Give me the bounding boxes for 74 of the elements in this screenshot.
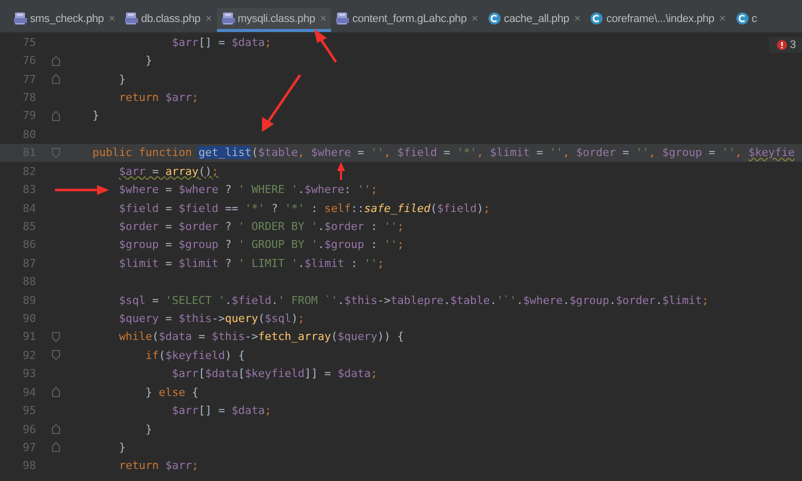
line-number: 78 [22,90,36,104]
fold-marker-icon[interactable] [52,387,60,398]
code-line: } [92,109,100,122]
file-tab[interactable]: content_form.gLahc.php × [331,8,483,32]
class-file-icon [736,12,749,25]
code-line: return $arr; [118,90,198,104]
file-tab[interactable]: sms_check.php × [9,8,120,32]
line-number: 86 [22,238,36,252]
code-line: $query = $this->query($sql); [118,312,304,326]
code-line: } [118,440,126,454]
line-number: 75 [22,36,36,49]
code-line: } [145,54,152,68]
error-count-badge[interactable]: 3 [768,37,802,53]
line-number: 90 [22,312,36,326]
line-number: 98 [22,459,36,472]
error-icon [776,40,787,50]
line-number: 95 [22,404,36,418]
code-line: $arr[] = $data; [172,404,272,418]
code-line: } else { [145,386,198,399]
line-number: 94 [22,386,36,399]
fold-marker-icon[interactable] [52,424,60,434]
fold-marker-icon[interactable] [52,332,60,342]
code-line: $arr[$data[$keyfield]] = $data; [172,367,378,380]
class-file-icon [590,12,604,25]
php-file-icon [125,12,138,25]
fold-marker-icon[interactable] [52,442,60,452]
line-number: 92 [22,348,36,362]
php-file-icon [14,12,27,25]
line-number: 84 [22,202,36,214]
fold-marker-icon[interactable] [52,350,60,360]
code-line: $limit = $limit ? ' LIMIT '.$limit : ''; [118,256,384,270]
code-line: $where = $where ? ' WHERE '.$where: ''; [118,183,378,196]
file-tab[interactable]: c [730,8,762,32]
class-file-icon [488,12,501,25]
code-line: public function get_list($table, $where = '', $field = '*', $limit = '', $order = '', $group = '', $keyfie [92,146,795,160]
code-line: $arr[] = $data; [172,36,272,49]
code-line: } [118,72,126,86]
file-tab[interactable]: coreframe\...\index.php × [585,8,731,32]
fold-marker-icon[interactable] [52,148,60,158]
line-number: 87 [22,256,36,270]
line-number: 89 [22,294,36,307]
annotation-arrow [262,74,302,132]
line-number: 91 [22,330,36,344]
code-line: $sql = 'SELECT '.$field.' FROM `'.$this->tablepre.$table.'`'.$where.$group.$order.$limit; [118,294,709,307]
line-number: 76 [22,54,36,68]
line-number: 83 [22,183,36,196]
fold-marker-icon[interactable] [52,56,60,66]
code-line: while($data = $this->fetch_array($query)) { [118,330,404,344]
code-line: $order = $order ? ' ORDER BY '.$order : ''; [118,220,404,233]
line-number: 80 [22,128,36,141]
line-number: 93 [22,367,36,380]
line-number: 96 [22,422,36,436]
line-number: 77 [22,72,36,86]
annotation-arrow [337,162,345,180]
fold-marker-icon[interactable] [52,110,60,121]
file-tab[interactable]: db.class.php × [120,8,217,32]
code-line: $field = $field == '*' ? '*' : self::safe_filed($field); [118,202,490,214]
code-line: return $arr; [118,459,198,472]
line-number: 97 [22,440,36,454]
annotation-arrow [55,185,109,195]
code-line: } [145,422,152,436]
line-number: 82 [22,164,36,178]
code-line: if($keyfield) { [145,348,245,362]
annotation-arrow [314,29,338,63]
line-number: 85 [22,220,36,233]
line-number: 88 [22,275,36,288]
file-tab[interactable]: mysqli.class.php × [216,8,332,32]
code-line: $group = $group ? ' GROUP BY '.$group : ''; [118,238,404,252]
fold-marker-icon[interactable] [52,74,60,84]
file-tab[interactable]: cache_all.php × [482,8,586,32]
php-file-icon [222,12,235,25]
line-number: 79 [22,109,36,122]
code-line: $arr = array(); [118,164,218,178]
php-file-icon [336,12,350,25]
